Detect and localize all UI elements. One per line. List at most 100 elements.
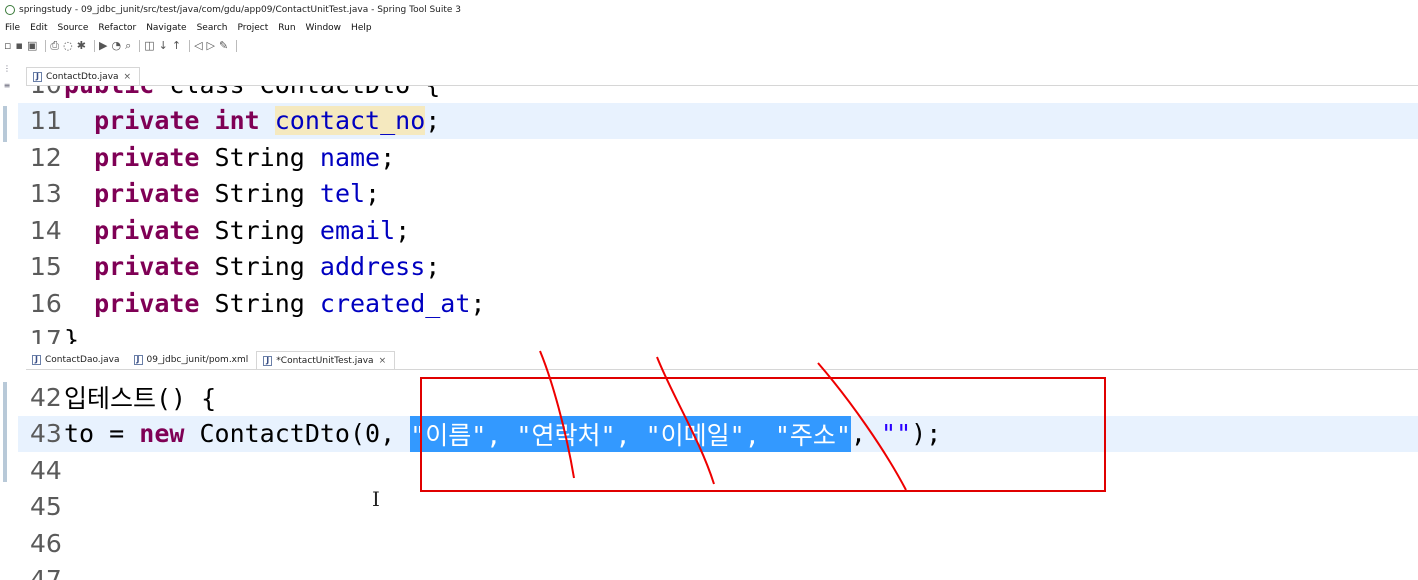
close-icon[interactable]: ×	[379, 356, 387, 366]
code-token: ;	[425, 252, 441, 281]
window-title: springstudy - 09_jdbc_junit/src/test/jav…	[19, 5, 462, 15]
line-number: 11	[30, 106, 62, 135]
code-line[interactable]: 14 private String email;	[18, 212, 1418, 248]
code-token: String	[199, 142, 320, 172]
code-line[interactable]: 43 to = new ContactDto(0, "이름", "연락처", "이…	[18, 415, 1418, 452]
code-token: ;	[395, 215, 411, 245]
menu-help[interactable]: Help	[351, 23, 372, 33]
run-icon[interactable]: ▶	[99, 38, 107, 54]
print-icon[interactable]: ⎙	[50, 38, 59, 54]
code-token: ;	[425, 106, 441, 135]
code-token: private	[94, 179, 200, 208]
editor-tab[interactable]: J 09_jdbc_junit/pom.xml	[128, 351, 257, 369]
toolbar-separator	[93, 40, 95, 52]
code-token: name	[319, 142, 381, 172]
close-icon[interactable]: ×	[124, 72, 132, 82]
editor-tab[interactable]: J ContactDao.java	[26, 351, 128, 369]
menu-navigate[interactable]: Navigate	[146, 23, 186, 33]
code-token: new	[139, 419, 185, 448]
main-toolbar: ▫ ▪ ▣ ⎙ ◌ ✱ ▶ ◔ ⌕ ◫ ↓ ↑ ◁ ▷ ✎	[0, 36, 1418, 56]
outline-icon[interactable]: ≡	[0, 81, 14, 90]
search-icon[interactable]: ⌕	[125, 38, 131, 54]
code-token: String	[199, 288, 320, 318]
menu-search[interactable]: Search	[197, 23, 228, 33]
line-number: 17	[30, 325, 62, 344]
code-line[interactable]: 47	[18, 562, 1418, 580]
toolbar-separator	[45, 40, 47, 52]
open-type-icon[interactable]: ◫	[144, 38, 154, 54]
line-number: 12	[30, 142, 62, 172]
bottom-code-editor[interactable]: 42 입테스트() {43 to = new ContactDto(0, "이름",…	[18, 371, 1418, 580]
line-number: 44	[30, 455, 62, 485]
editor-tab[interactable]: J *ContactUnitTest.java ×	[256, 351, 396, 369]
code-token: ,	[850, 419, 882, 448]
code-token: address	[319, 252, 426, 281]
code-line[interactable]: 17}	[18, 322, 1418, 344]
top-editor-tabbar: J ContactDto.java ×	[26, 66, 1418, 86]
editor-tab[interactable]: J ContactDto.java ×	[26, 67, 141, 85]
code-line[interactable]: 12 private String name;	[18, 139, 1418, 175]
code-token: to =	[64, 419, 140, 448]
menu-source[interactable]: Source	[58, 23, 89, 33]
code-token: ;	[365, 179, 381, 208]
code-line[interactable]: 44	[18, 452, 1418, 488]
code-line[interactable]: 10public class ContactDto {	[18, 86, 1418, 102]
code-line[interactable]: 16 private String created_at;	[18, 285, 1418, 321]
pin-icon[interactable]: ✎	[219, 38, 228, 54]
change-marker	[3, 106, 7, 142]
editor-tab-label: 09_jdbc_junit/pom.xml	[146, 355, 249, 365]
code-token: private	[94, 215, 200, 245]
code-token: );	[911, 419, 942, 448]
code-line[interactable]: 42 입테스트() {	[18, 379, 1418, 415]
code-line[interactable]: 13 private String tel;	[18, 176, 1418, 212]
java-file-icon: J	[263, 355, 273, 366]
code-token: tel	[319, 179, 366, 208]
code-line[interactable]: 45	[18, 489, 1418, 525]
menu-edit[interactable]: Edit	[30, 23, 47, 33]
skip-icon[interactable]: ◌	[63, 38, 73, 54]
code-token: String	[199, 179, 320, 208]
code-line[interactable]: 11 private int contact_no;	[18, 102, 1418, 139]
code-token: "이름", "연락처", "이메일", "주소"	[410, 415, 851, 452]
line-number: 46	[30, 528, 62, 558]
change-marker	[3, 382, 7, 482]
profile-icon[interactable]: ◔	[111, 38, 121, 54]
spring-app-icon	[5, 5, 15, 15]
menu-file[interactable]: File	[5, 23, 20, 33]
save-all-icon[interactable]: ▣	[27, 38, 37, 54]
menu-project[interactable]: Project	[237, 23, 268, 33]
code-token: int	[214, 106, 260, 135]
code-token: ;	[380, 142, 396, 172]
line-number: 14	[30, 215, 62, 245]
toolbar-separator	[139, 40, 141, 52]
code-token: public	[64, 86, 154, 99]
line-number: 13	[30, 179, 62, 208]
code-token: }	[64, 325, 80, 344]
menu-window[interactable]: Window	[306, 23, 342, 33]
back-icon[interactable]: ◁	[194, 38, 202, 54]
new-icon[interactable]: ▫	[4, 38, 11, 54]
code-line[interactable]: 15 private String address;	[18, 249, 1418, 285]
top-code-editor[interactable]: 10public class ContactDto {11 private in…	[18, 86, 1418, 344]
code-token: String	[199, 252, 320, 281]
menu-refactor[interactable]: Refactor	[98, 23, 136, 33]
trim-handle-icon[interactable]: ⋮	[0, 64, 14, 73]
code-token: private	[94, 106, 200, 135]
editor-tab-label: ContactDto.java	[46, 71, 119, 82]
debug-icon[interactable]: ✱	[77, 38, 86, 54]
toolbar-separator	[189, 40, 191, 52]
forward-icon[interactable]: ▷	[207, 38, 215, 54]
save-icon[interactable]: ▪	[15, 38, 22, 54]
line-number: 15	[30, 252, 62, 281]
line-number: 16	[30, 288, 62, 318]
next-annotation-icon[interactable]: ↓	[159, 38, 168, 54]
prev-annotation-icon[interactable]: ↑	[172, 38, 181, 54]
toolbar-separator	[236, 40, 238, 52]
menu-run[interactable]: Run	[278, 23, 295, 33]
code-line[interactable]: 46	[18, 525, 1418, 561]
code-token: email	[319, 215, 396, 245]
